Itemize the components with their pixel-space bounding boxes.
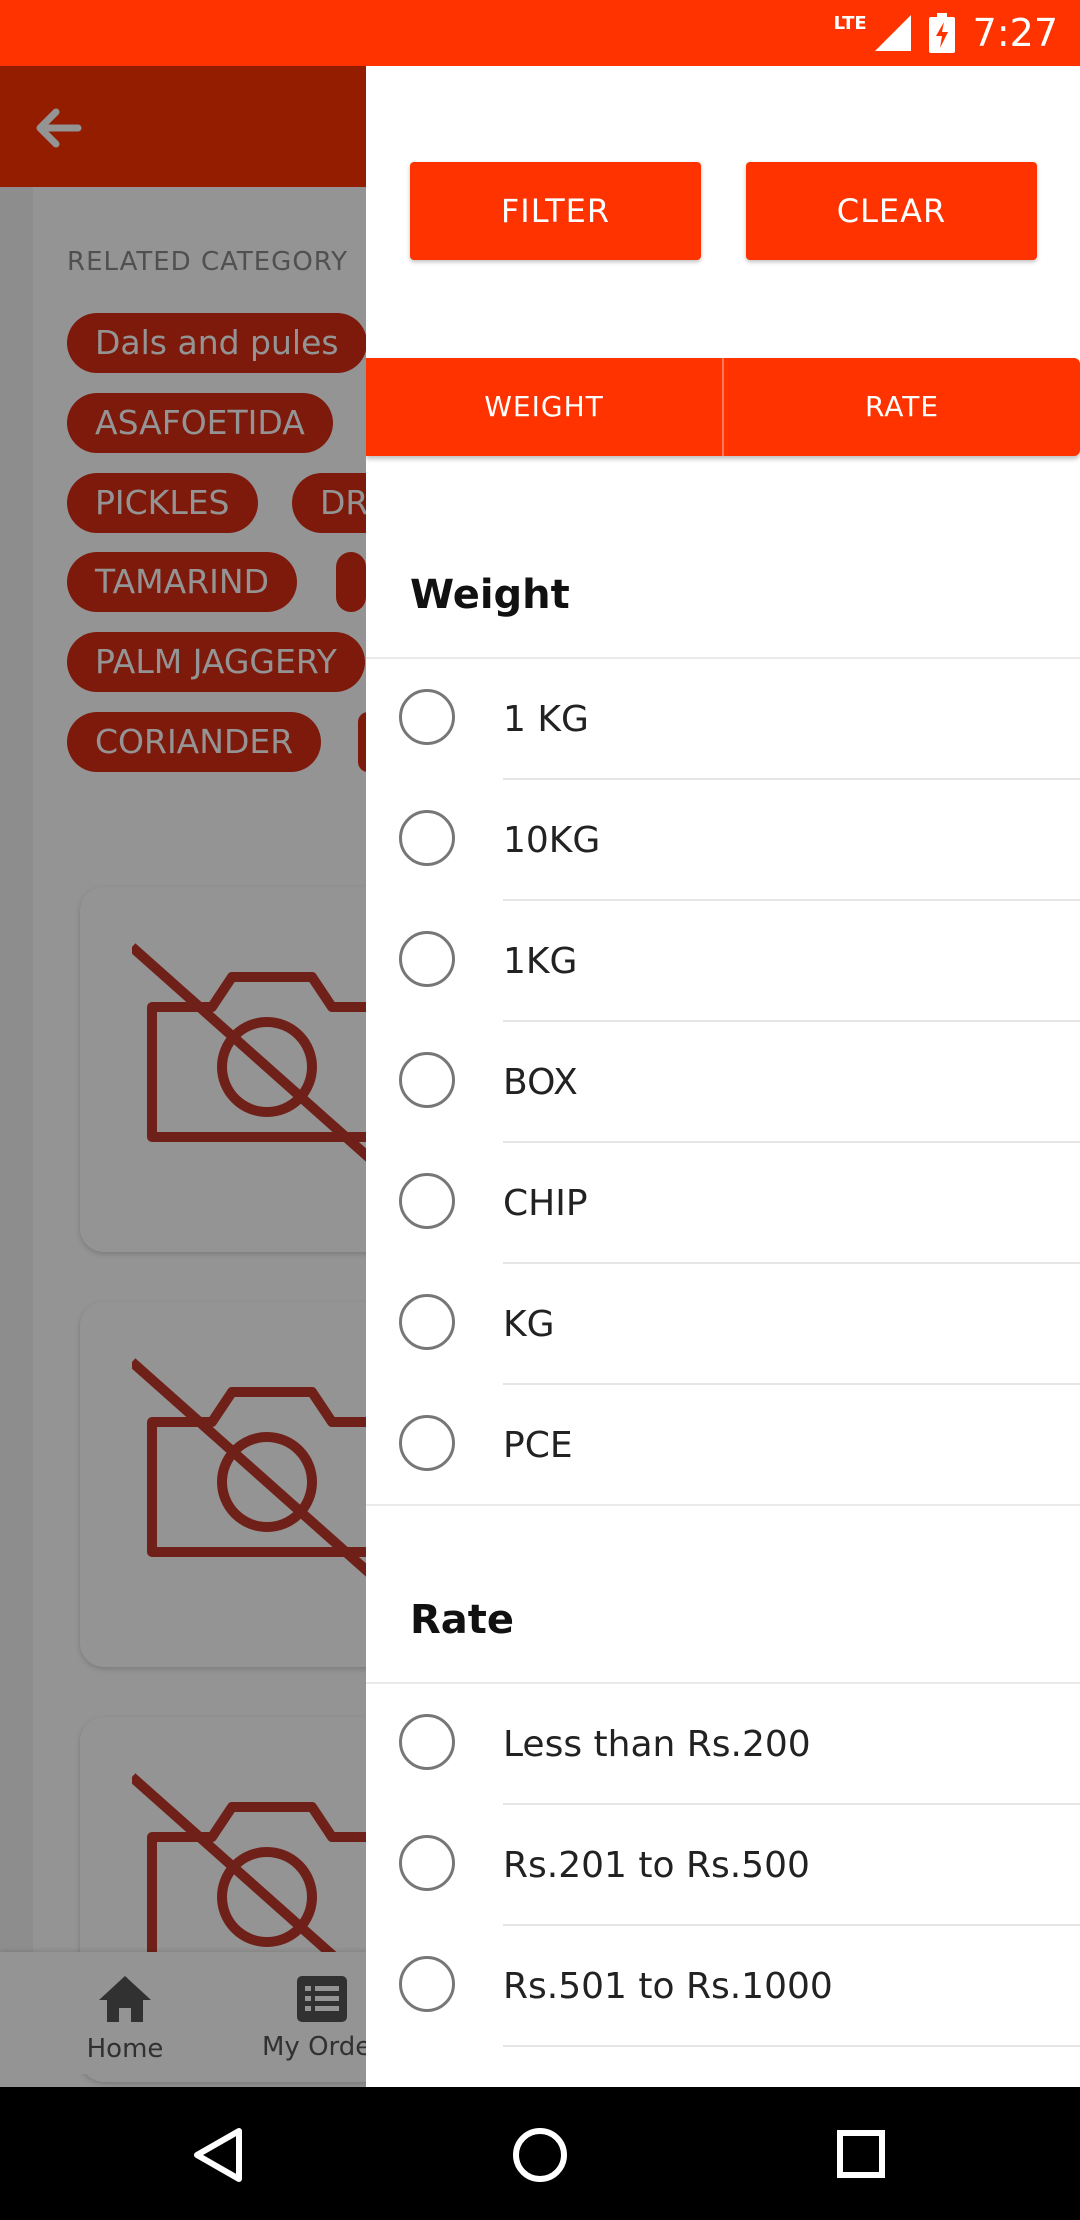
radio-button[interactable] — [399, 1956, 455, 2012]
rate-option[interactable]: Less than Rs.200 — [366, 1684, 1080, 1805]
weight-option[interactable]: 10KG — [366, 780, 1080, 901]
weight-option[interactable]: 1 KG — [366, 659, 1080, 780]
radio-button[interactable] — [399, 1714, 455, 1770]
rate-option[interactable]: Rs.501 to Rs.1000 — [366, 1926, 1080, 2047]
clear-button[interactable]: CLEAR — [746, 162, 1037, 260]
radio-button[interactable] — [399, 931, 455, 987]
weight-option[interactable]: BOX — [366, 1022, 1080, 1143]
filter-button[interactable]: FILTER — [410, 162, 701, 260]
tab-rate[interactable]: RATE — [724, 358, 1080, 456]
option-label: CHIP — [503, 1183, 588, 1224]
recents-icon[interactable] — [836, 2129, 886, 2179]
option-divider — [503, 2045, 1080, 2047]
weight-option[interactable]: KG — [366, 1264, 1080, 1385]
option-label: 1KG — [503, 941, 578, 982]
drawer-scrim[interactable] — [0, 66, 366, 2087]
signal-icon — [874, 15, 911, 51]
option-label: Rs.201 to Rs.500 — [503, 1845, 810, 1886]
option-label: 10KG — [503, 820, 601, 861]
radio-button[interactable] — [399, 1052, 455, 1108]
option-label: KG — [503, 1304, 555, 1345]
back-icon[interactable] — [193, 2127, 243, 2183]
option-label: 1 KG — [503, 699, 589, 740]
status-bar: LTE 7:27 — [0, 0, 1080, 66]
weight-section-title: Weight — [410, 572, 570, 618]
tab-weight[interactable]: WEIGHT — [366, 358, 722, 456]
radio-button[interactable] — [399, 810, 455, 866]
filter-drawer: FILTER CLEAR WEIGHT RATE Weight 1 KG 10K… — [366, 66, 1080, 2087]
radio-button[interactable] — [399, 1173, 455, 1229]
option-label: BOX — [503, 1062, 578, 1103]
section-divider — [366, 1504, 1080, 1506]
radio-button[interactable] — [399, 689, 455, 745]
filter-tabs: WEIGHT RATE — [366, 358, 1080, 456]
weight-option[interactable]: CHIP — [366, 1143, 1080, 1264]
weight-option[interactable]: 1KG — [366, 901, 1080, 1022]
rate-section-title: Rate — [410, 1597, 515, 1643]
battery-icon — [928, 13, 955, 53]
option-label: Less than Rs.200 — [503, 1724, 811, 1765]
clock: 7:27 — [972, 11, 1058, 55]
radio-button[interactable] — [399, 1835, 455, 1891]
weight-option[interactable]: PCE — [366, 1385, 1080, 1506]
system-nav-bar — [0, 2087, 1080, 2220]
network-type: LTE — [833, 12, 867, 34]
rate-option[interactable]: Rs.201 to Rs.500 — [366, 1805, 1080, 1926]
home-circle-icon[interactable] — [512, 2127, 568, 2183]
radio-button[interactable] — [399, 1294, 455, 1350]
option-label: Rs.501 to Rs.1000 — [503, 1966, 833, 2007]
option-label: PCE — [503, 1425, 573, 1466]
radio-button[interactable] — [399, 1415, 455, 1471]
